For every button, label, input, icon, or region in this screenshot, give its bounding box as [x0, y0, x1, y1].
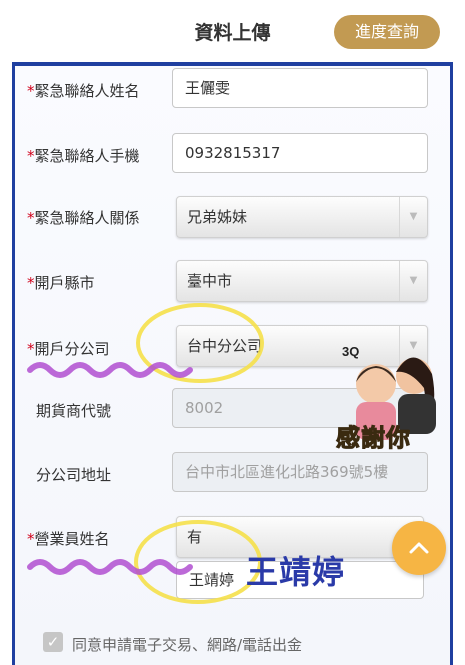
- county-label: *開戶縣市: [27, 274, 95, 292]
- progress-query-button[interactable]: 進度查詢: [334, 15, 440, 49]
- emergency-name-input[interactable]: 王儷雯: [172, 68, 428, 108]
- emergency-relation-label: *緊急聯絡人關係: [27, 209, 140, 227]
- required-mark: *: [27, 147, 35, 165]
- scroll-to-top-button[interactable]: [392, 521, 446, 575]
- salesperson-name-overlay: 王靖婷: [246, 553, 346, 591]
- emergency-relation-select[interactable]: 兄弟姊妹 ▼: [176, 196, 428, 238]
- agree-checkbox[interactable]: ✓: [43, 632, 63, 652]
- branch-label: *開戶分公司: [27, 340, 110, 358]
- chevron-down-icon: ▼: [399, 197, 427, 237]
- emergency-phone-input[interactable]: 0932815317: [172, 133, 428, 173]
- page-header: 資料上傳 進度查詢: [0, 0, 465, 62]
- broker-code-label: 期貨商代號: [36, 402, 112, 420]
- sticker-caption: 感謝你: [336, 424, 411, 453]
- chevron-up-icon: [409, 542, 429, 554]
- chevron-down-icon: ▼: [399, 261, 427, 301]
- emergency-name-label: *緊急聯絡人姓名: [27, 82, 140, 100]
- agree-label: 同意申請電子交易、網路/電話出金: [72, 636, 303, 654]
- required-mark: *: [27, 82, 35, 100]
- county-select[interactable]: 臺中市 ▼: [176, 260, 428, 302]
- salesperson-label: *營業員姓名: [27, 530, 110, 548]
- required-mark: *: [27, 530, 35, 548]
- required-mark: *: [27, 340, 35, 358]
- salesperson-select-value: 有: [187, 528, 203, 546]
- emergency-relation-value: 兄弟姊妹: [187, 208, 248, 226]
- county-value: 臺中市: [187, 272, 233, 290]
- emergency-phone-label: *緊急聯絡人手機: [27, 147, 140, 165]
- required-mark: *: [27, 209, 35, 227]
- branch-address-label: 分公司地址: [36, 466, 112, 484]
- required-mark: *: [27, 274, 35, 292]
- sticker-badge: 3Q: [342, 344, 359, 359]
- branch-value: 台中分公司: [187, 337, 263, 355]
- check-icon: ✓: [46, 633, 60, 651]
